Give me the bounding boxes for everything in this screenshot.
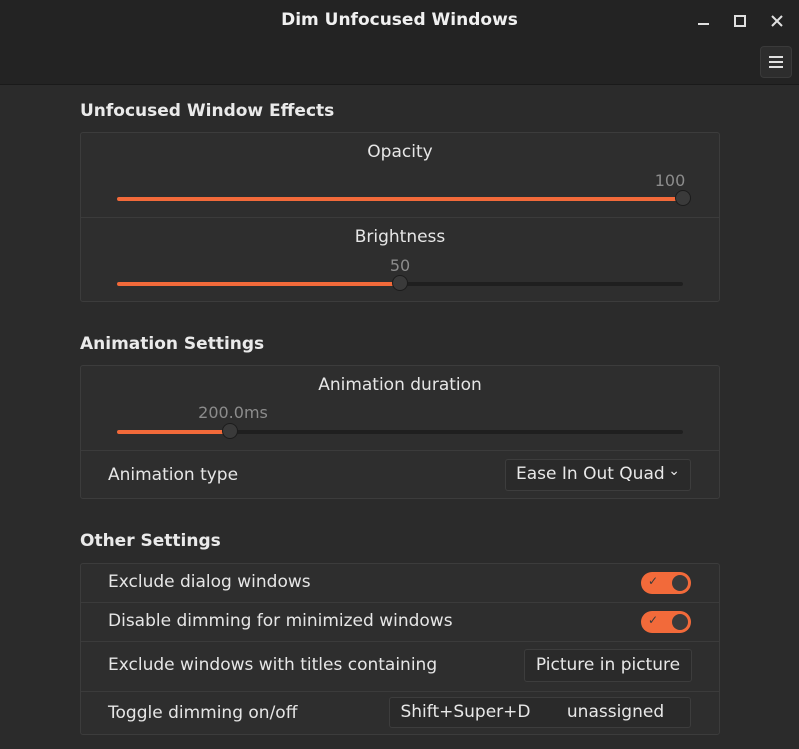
maximize-icon xyxy=(734,15,746,27)
effects-group: Opacity 100 Brightness 50 xyxy=(80,132,720,302)
exclude-titles-button[interactable]: Picture in picture xyxy=(524,649,692,682)
opacity-value: 100 xyxy=(654,171,686,190)
divider xyxy=(81,641,719,642)
animation-duration-label: Animation duration xyxy=(318,375,482,395)
switch-knob xyxy=(672,614,688,630)
maximize-button[interactable] xyxy=(727,8,753,34)
check-icon: ✓ xyxy=(648,613,659,627)
divider xyxy=(81,450,719,451)
check-icon: ✓ xyxy=(648,574,659,588)
exclude-titles-label: Exclude windows with titles containing xyxy=(108,655,438,675)
animation-duration-slider-fill xyxy=(117,430,231,434)
animation-duration-slider-handle[interactable] xyxy=(222,423,239,439)
animation-duration-value: 200.0ms xyxy=(198,403,268,422)
divider xyxy=(81,602,719,603)
minimize-button[interactable] xyxy=(690,8,716,34)
divider xyxy=(81,217,719,218)
main-menu-button[interactable] xyxy=(760,46,792,78)
toggle-shortcut-label: Toggle dimming on/off xyxy=(108,703,298,723)
animation-type-dropdown[interactable]: Ease In Out Quad ⌄ xyxy=(505,459,691,491)
exclude-dialogs-label: Exclude dialog windows xyxy=(108,572,311,592)
section-title-other: Other Settings xyxy=(80,531,221,551)
hamburger-menu-icon xyxy=(769,56,783,58)
header-bar: Dim Unfocused Windows xyxy=(0,0,799,85)
brightness-slider-handle[interactable] xyxy=(392,275,408,291)
minimize-icon xyxy=(698,23,709,25)
switch-knob xyxy=(672,575,688,591)
window-title: Dim Unfocused Windows xyxy=(281,10,518,30)
shortcut-primary-button[interactable]: Shift+Super+D xyxy=(389,697,542,728)
exclude-dialogs-switch[interactable]: ✓ xyxy=(641,572,691,594)
brightness-slider[interactable] xyxy=(117,275,683,291)
opacity-slider[interactable] xyxy=(117,190,691,206)
hamburger-line xyxy=(769,61,783,63)
brightness-label: Brightness xyxy=(354,227,446,247)
disable-minimized-switch[interactable]: ✓ xyxy=(641,611,691,633)
chevron-down-icon: ⌄ xyxy=(668,463,680,479)
other-settings-group: Exclude dialog windows ✓ Disable dimming… xyxy=(80,563,720,735)
brightness-value: 50 xyxy=(389,256,411,275)
close-icon xyxy=(771,15,783,27)
disable-minimized-label: Disable dimming for minimized windows xyxy=(108,611,453,631)
opacity-label: Opacity xyxy=(367,142,433,162)
opacity-slider-handle[interactable] xyxy=(675,190,691,206)
close-button[interactable] xyxy=(764,8,790,34)
shortcut-secondary-button[interactable]: unassigned xyxy=(541,697,691,728)
animation-type-selected: Ease In Out Quad xyxy=(516,464,665,484)
opacity-slider-fill xyxy=(117,197,683,201)
section-title-effects: Unfocused Window Effects xyxy=(80,101,335,121)
animation-group: Animation duration 200.0ms Animation typ… xyxy=(80,365,720,499)
section-title-animation: Animation Settings xyxy=(80,334,265,354)
divider xyxy=(81,691,719,692)
animation-type-label: Animation type xyxy=(108,465,239,485)
hamburger-line xyxy=(769,66,783,68)
animation-duration-slider[interactable] xyxy=(117,423,683,439)
brightness-slider-fill xyxy=(117,282,400,286)
